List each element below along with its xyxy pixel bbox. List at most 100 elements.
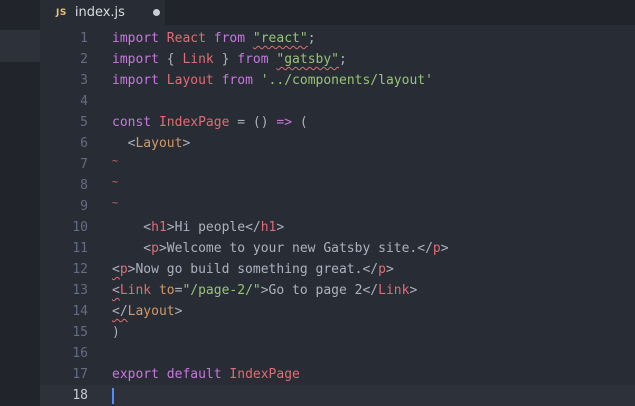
code-line[interactable]: 2 import { Link } from "gatsby"; (40, 49, 635, 70)
code-token: default (166, 367, 230, 382)
code-token: from (213, 31, 253, 46)
code-token: from (237, 52, 277, 67)
code-token: export (112, 367, 167, 382)
code-token: import (112, 73, 167, 88)
code-token: > (409, 283, 418, 298)
line-number: 12 (72, 262, 88, 277)
tab-bar: JS index.js (40, 0, 635, 25)
line-number: 18 (72, 388, 88, 403)
code-line[interactable]: 7 ~ (40, 154, 635, 175)
code-token: h1 (151, 220, 167, 235)
line-number: 13 (72, 283, 88, 298)
line-number: 11 (72, 241, 88, 256)
code-token: { (166, 52, 183, 67)
code-token: to (158, 283, 175, 298)
code-token: ; (339, 52, 347, 67)
code-token: > (440, 241, 449, 256)
code-line[interactable]: 6 <Layout> (40, 133, 635, 154)
code-line[interactable]: 18 (40, 385, 635, 406)
line-code: <Link to="/page-2/">Go to page 2</Link> (112, 280, 417, 301)
code-token: >Now go build something great.</ (127, 262, 379, 277)
line-code: <p>Welcome to your new Gatsby site.</p> (112, 238, 449, 259)
code-token: < (112, 220, 152, 235)
code-line[interactable]: 8 ~ (40, 175, 635, 196)
code-token: Link (119, 283, 159, 298)
text-cursor (112, 387, 114, 404)
code-token: > (174, 304, 183, 319)
line-number: 10 (72, 220, 88, 235)
code-token: } (213, 52, 238, 67)
code-token: p (151, 241, 159, 256)
code-line[interactable]: 9 ~ (40, 196, 635, 217)
line-code: import Layout from '../components/layout… (112, 70, 433, 91)
line-code: import React from "react"; (112, 28, 316, 49)
code-line[interactable]: 4 (40, 91, 635, 112)
unsaved-changes-dot-icon[interactable] (152, 9, 160, 16)
code-token: ) (112, 325, 120, 340)
code-token: Layout (166, 73, 222, 88)
code-line[interactable]: 1 import React from "react"; (40, 28, 635, 49)
editor-window: JS index.js 1 import React from "react"; 2… (0, 0, 635, 406)
javascript-file-icon: JS (56, 7, 67, 18)
line-number: 4 (80, 94, 88, 109)
line-number: 15 (72, 325, 88, 340)
line-code: import { Link } from "gatsby"; (112, 49, 347, 70)
code-token: React (166, 31, 214, 46)
code-token: > (385, 262, 394, 277)
code-token: IndexPage (158, 115, 230, 130)
code-editor[interactable]: 1 import React from "react"; 2 import { Lin… (40, 25, 635, 406)
code-token: >Hi people</ (166, 220, 261, 235)
code-line[interactable]: 15) (40, 322, 635, 343)
code-token: p (119, 262, 128, 277)
line-code: <h1>Hi people</h1> (112, 217, 284, 238)
error-squiggle-icon: ~ (112, 177, 119, 188)
line-number: 5 (80, 115, 88, 130)
line-number: 1 (80, 31, 88, 46)
line-code: </Layout> (112, 301, 182, 322)
code-token: ( (292, 115, 308, 130)
error-squiggle-icon: ~ (112, 156, 119, 167)
line-code: <Layout> (112, 133, 191, 154)
line-code: const IndexPage = () => ( (112, 112, 308, 133)
code-token: "/page-2/" (182, 283, 261, 298)
line-number: 17 (72, 367, 88, 382)
line-code: ) (112, 322, 120, 343)
code-token: >Go to page 2</ (260, 283, 379, 298)
code-token: Link (182, 52, 214, 67)
line-number: 3 (80, 73, 88, 88)
code-line[interactable]: 12 <p>Now go build something great.</p> (40, 259, 635, 280)
line-number: 14 (72, 304, 88, 319)
code-line[interactable]: 13 <Link to="/page-2/">Go to page 2</Link… (40, 280, 635, 301)
code-token: "react" (252, 31, 308, 46)
line-code: <p>Now go build something great.</p> (112, 259, 394, 280)
code-token: => (276, 115, 293, 130)
code-token: > (276, 220, 285, 235)
code-token: const (112, 115, 159, 130)
code-token: from (221, 73, 261, 88)
line-number: 8 (80, 178, 88, 193)
line-number: 6 (80, 136, 88, 151)
code-token: "gatsby" (276, 52, 340, 67)
code-token: < (112, 136, 136, 151)
code-line[interactable]: 11 <p>Welcome to your new Gatsby site.</… (40, 238, 635, 259)
line-code (112, 385, 114, 406)
code-token: < (112, 283, 120, 298)
code-line[interactable]: 14 </Layout> (40, 301, 635, 322)
line-code: export default IndexPage (112, 364, 300, 385)
code-token: Link (378, 283, 410, 298)
code-line[interactable]: 16 (40, 343, 635, 364)
code-token: import (112, 52, 167, 67)
code-line[interactable]: 5 const IndexPage = () => ( (40, 112, 635, 133)
code-token: '../components/layout' (260, 73, 433, 88)
code-token: Layout (135, 136, 183, 151)
code-token: = () (229, 115, 277, 130)
code-line[interactable]: 10 <h1>Hi people</h1> (40, 217, 635, 238)
tab-title: index.js (74, 5, 125, 20)
code-token: p (378, 262, 386, 277)
tab-index-js[interactable]: JS index.js (40, 0, 165, 25)
line-number: 2 (80, 52, 88, 67)
code-line[interactable]: 17 export default IndexPage (40, 364, 635, 385)
side-panel-active-item[interactable] (0, 30, 40, 62)
code-token: < (112, 241, 152, 256)
code-line[interactable]: 3 import Layout from '../components/layou… (40, 70, 635, 91)
